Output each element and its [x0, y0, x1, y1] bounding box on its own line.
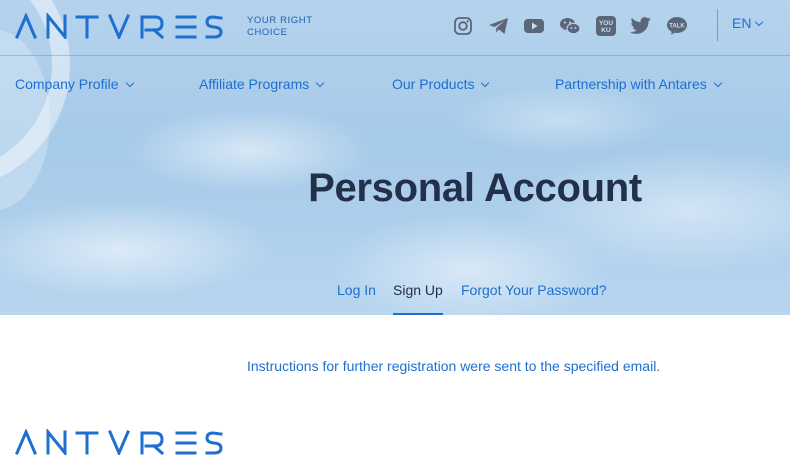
- tab-sign-up[interactable]: Sign Up: [393, 282, 443, 315]
- nav-item-our-products[interactable]: Our Products: [392, 76, 490, 92]
- logo-wordmark: [15, 427, 223, 458]
- youtube-icon[interactable]: [522, 14, 546, 38]
- nav-item-company-profile[interactable]: Company Profile: [15, 76, 134, 92]
- nav-item-label: Affiliate Programs: [199, 76, 310, 92]
- header-divider: [717, 9, 718, 41]
- nav-item-partnership[interactable]: Partnership with Antares: [555, 76, 722, 92]
- svg-text:KU: KU: [601, 27, 611, 34]
- registration-message: Instructions for further registration we…: [247, 358, 661, 374]
- nav-item-affiliate-programs[interactable]: Affiliate Programs: [199, 76, 325, 92]
- hero-banner: YOUR RIGHT CHOICE YOU KU TALK EN Company …: [0, 0, 790, 315]
- language-label: EN: [732, 15, 752, 31]
- svg-text:TALK: TALK: [669, 23, 685, 29]
- chevron-down-icon: [315, 78, 325, 87]
- language-selector[interactable]: EN: [732, 15, 764, 31]
- account-tabs: Log In Sign Up Forgot Your Password?: [0, 282, 790, 315]
- twitter-icon[interactable]: [629, 14, 653, 38]
- tab-forgot-password[interactable]: Forgot Your Password?: [461, 282, 607, 315]
- nav-item-label: Partnership with Antares: [555, 76, 707, 92]
- page-title: Personal Account: [308, 166, 642, 210]
- wechat-icon[interactable]: [558, 14, 582, 38]
- tab-log-in[interactable]: Log In: [337, 282, 376, 315]
- antares-logo[interactable]: [15, 13, 225, 39]
- site-header: YOUR RIGHT CHOICE YOU KU TALK EN: [0, 0, 790, 56]
- nav-item-label: Our Products: [392, 76, 475, 92]
- logo-wordmark: [15, 13, 223, 39]
- chevron-down-icon: [755, 17, 764, 26]
- telegram-icon[interactable]: [487, 14, 511, 38]
- footer-logo[interactable]: [15, 427, 225, 458]
- instagram-icon[interactable]: [451, 14, 475, 38]
- kakaotalk-icon[interactable]: TALK: [665, 14, 689, 38]
- nav-item-label: Company Profile: [15, 76, 119, 92]
- chevron-down-icon: [125, 78, 134, 87]
- tagline: YOUR RIGHT CHOICE: [247, 15, 313, 38]
- chevron-down-icon: [481, 78, 490, 87]
- svg-text:YOU: YOU: [599, 20, 613, 27]
- chevron-down-icon: [713, 78, 722, 87]
- youku-icon[interactable]: YOU KU: [594, 14, 618, 38]
